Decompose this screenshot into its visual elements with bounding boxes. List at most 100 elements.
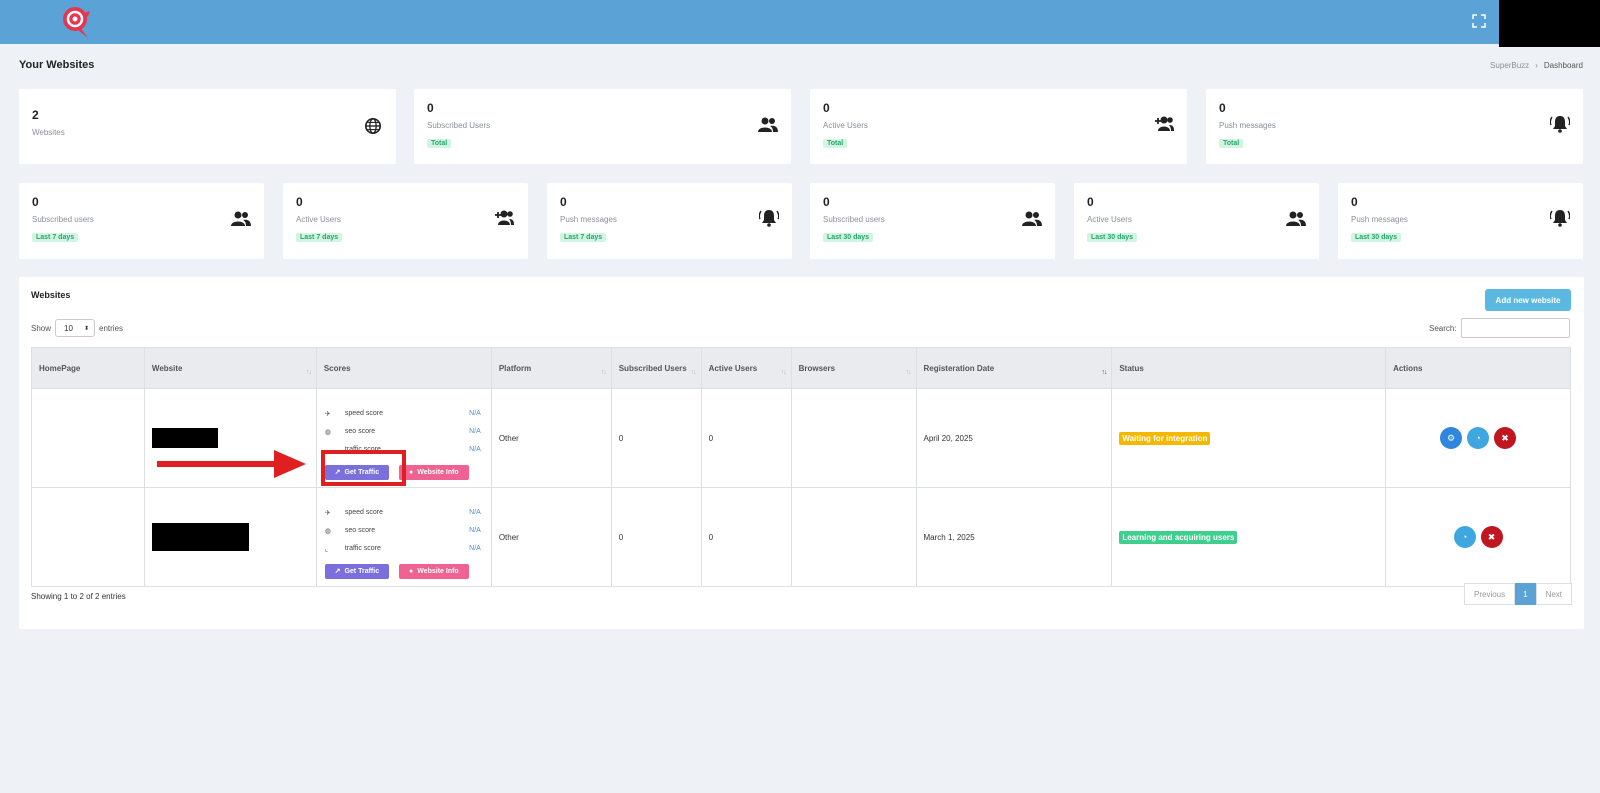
stat-card-push-total: 0 Push messages Total (1206, 89, 1583, 164)
cell-status: Learning and acquiring users (1111, 487, 1387, 587)
search-input[interactable] (1460, 318, 1570, 338)
chart-icon: ⌞ (324, 545, 329, 553)
stat-value: 0 (32, 195, 39, 209)
col-status: Status (1111, 347, 1387, 389)
stat-value: 0 (1087, 195, 1094, 209)
add-new-website-button[interactable]: Add new website (1485, 289, 1571, 311)
website-redacted[interactable] (151, 523, 249, 551)
breadcrumb: SuperBuzz › Dashboard (1490, 61, 1583, 70)
score-seo: ◍ seo score N/A (325, 423, 487, 441)
col-subscribed-users[interactable]: Subscribed Users ↑↓ (610, 347, 702, 389)
col-website[interactable]: Website ↑↓ (143, 347, 317, 389)
entries-label: entries (99, 323, 124, 333)
status-badge: Waiting for integration (1119, 431, 1211, 445)
col-platform[interactable]: Platform ↑↓ (490, 347, 612, 389)
website-info-button[interactable]: ● Website Info (398, 563, 469, 579)
website-info-label: Website Info (417, 468, 459, 476)
pagination-previous[interactable]: Previous (1464, 583, 1516, 605)
col-active-label: Active Users (708, 363, 758, 373)
col-registration-label: Registeration Date (923, 363, 995, 373)
cell-homepage (31, 388, 145, 488)
fullscreen-icon[interactable] (1472, 14, 1486, 28)
bell-icon (1550, 116, 1570, 133)
score-value: N/A (469, 527, 481, 534)
table-row: ✈ speed score N/A ◍ seo score N/A ⌞ traffic s… (31, 487, 1571, 587)
globe-icon (364, 117, 382, 135)
score-value: N/A (469, 446, 481, 453)
period-badge: Last 30 days (1351, 233, 1402, 242)
breadcrumb-home[interactable]: SuperBuzz (1490, 61, 1529, 70)
dashboard-icon[interactable]: ◔ (1467, 427, 1490, 449)
settings-icon[interactable]: ⚙ (1440, 427, 1463, 449)
cell-homepage (31, 487, 145, 587)
col-registration-date[interactable]: Registeration Date ↑↓ (915, 347, 1113, 389)
user-plus-icon (1155, 116, 1174, 131)
col-homepage: HomePage (31, 347, 145, 389)
cell-actions: ◔ ✖ (1385, 487, 1571, 587)
period-badge: Last 7 days (560, 233, 607, 242)
stat-card-active-30d: 0 Active Users Last 30 days (1074, 183, 1319, 259)
period-badge: Total (1219, 139, 1244, 148)
info-icon: ● (408, 468, 414, 476)
stat-label: Push messages (1219, 121, 1276, 130)
period-badge: Total (427, 139, 452, 148)
cell-browsers (790, 388, 917, 488)
score-name: traffic score (344, 545, 381, 552)
pagination-page-1[interactable]: 1 (1515, 583, 1536, 605)
stat-label: Push messages (1351, 215, 1408, 224)
table-header-row: HomePage Website ↑↓ Scores Platform ↑↓ Sub… (31, 347, 1571, 389)
sort-icon: ↑↓ (905, 369, 912, 376)
score-traffic: ⌞ traffic score N/A (325, 540, 487, 558)
entries-value: 10 (64, 323, 73, 333)
delete-icon[interactable]: ✖ (1494, 427, 1517, 449)
pagination: Previous 1 Next (1464, 583, 1573, 605)
score-value: N/A (469, 509, 481, 516)
website-info-button[interactable]: ● Website Info (398, 464, 469, 480)
users-icon (231, 211, 251, 226)
website-redacted[interactable] (151, 428, 218, 448)
col-website-label: Website (151, 363, 183, 373)
users-icon (1286, 211, 1306, 226)
sort-icon: ↑↓ (1101, 369, 1107, 376)
cell-status: Waiting for integration (1111, 388, 1387, 488)
score-seo: ◍ seo score N/A (325, 522, 487, 540)
get-traffic-button[interactable]: ↗ Get Traffic (324, 563, 389, 579)
delete-icon[interactable]: ✖ (1480, 526, 1503, 548)
col-platform-label: Platform (498, 363, 532, 373)
annotation-arrow-head (274, 450, 306, 478)
pagination-next[interactable]: Next (1535, 583, 1573, 605)
stat-value: 0 (1219, 101, 1226, 115)
col-active-users[interactable]: Active Users ↑↓ (700, 347, 792, 389)
sort-icon: ↑↓ (600, 369, 607, 376)
stat-value: 0 (823, 101, 830, 115)
stat-label: Active Users (1087, 215, 1132, 224)
user-menu-redacted[interactable] (1499, 0, 1600, 47)
score-speed: ✈ speed score N/A (325, 504, 487, 522)
stat-label: Subscribed users (823, 215, 885, 224)
cell-registration: March 1, 2025 (915, 487, 1113, 587)
superbuzz-logo[interactable] (60, 5, 92, 39)
cell-website (143, 487, 317, 587)
entries-select[interactable]: 10 ⬍ (55, 319, 96, 337)
search-control: Search: (1429, 318, 1570, 338)
sort-icon: ↑↓ (780, 369, 787, 376)
stat-card-subscribed-30d: 0 Subscribed users Last 30 days (810, 183, 1055, 259)
dashboard-icon[interactable]: ◔ (1453, 526, 1476, 548)
stat-label: Push messages (560, 215, 617, 224)
cell-active: 0 (700, 388, 792, 488)
bell-icon (1550, 210, 1570, 227)
score-name: seo score (344, 527, 376, 534)
stat-label: Subscribed Users (427, 121, 491, 130)
info-icon: ● (408, 567, 414, 575)
annotation-highlight-box (321, 450, 406, 486)
stat-label: Subscribed users (32, 215, 94, 224)
col-browsers[interactable]: Browsers ↑↓ (790, 347, 917, 389)
score-name: speed score (344, 509, 383, 516)
user-plus-icon (495, 210, 514, 225)
users-icon (758, 117, 778, 132)
cell-platform: Other (490, 487, 612, 587)
score-value: N/A (469, 428, 481, 435)
cell-scores: ✈ speed score N/A ◍ seo score N/A ⌞ traffic s… (315, 487, 492, 587)
speed-icon: ✈ (324, 509, 331, 517)
websites-table: HomePage Website ↑↓ Scores Platform ↑↓ Sub… (31, 347, 1571, 587)
